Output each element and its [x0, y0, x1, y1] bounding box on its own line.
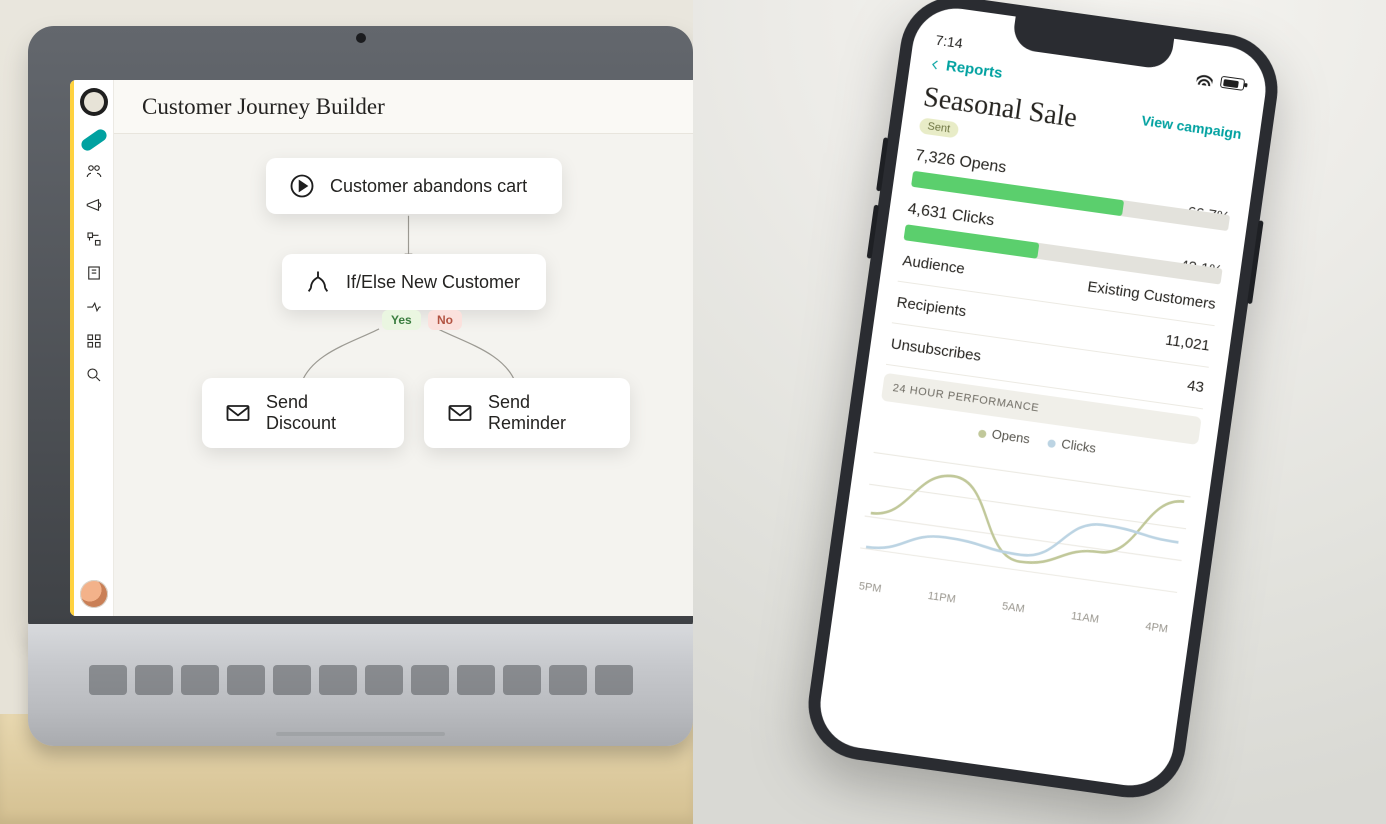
- condition-node[interactable]: If/Else New Customer: [282, 254, 546, 310]
- condition-node-label: If/Else New Customer: [346, 272, 520, 293]
- action-no-node[interactable]: Send Reminder: [424, 378, 630, 448]
- laptop-lid: Customer Journey Builder: [28, 26, 693, 626]
- legend-opens: Opens: [991, 426, 1031, 446]
- automations-icon[interactable]: [85, 230, 103, 248]
- phone-screen: 7:14 Reports Seasonal Sale Sent: [815, 3, 1271, 791]
- audience-value: Existing Customers: [1086, 278, 1216, 313]
- keyboard: [68, 650, 653, 710]
- integrations-icon[interactable]: [85, 298, 103, 316]
- apps-icon[interactable]: [85, 332, 103, 350]
- audience-icon[interactable]: [85, 162, 103, 180]
- user-avatar[interactable]: [80, 580, 108, 608]
- unsubscribes-label: Unsubscribes: [890, 335, 982, 364]
- opens-word: Opens: [958, 153, 1007, 176]
- mail-icon: [446, 399, 474, 427]
- phone-frame: 7:14 Reports Seasonal Sale Sent: [801, 0, 1284, 805]
- chevron-left-icon: [927, 56, 943, 72]
- legend-clicks: Clicks: [1060, 436, 1096, 456]
- page-title: Customer Journey Builder: [142, 94, 385, 120]
- laptop-device: Customer Journey Builder: [28, 26, 693, 746]
- titlebar: Customer Journey Builder: [114, 80, 703, 134]
- sidebar-rail: [74, 80, 114, 616]
- phone-scene: 7:14 Reports Seasonal Sale Sent: [693, 0, 1386, 824]
- status-pill: Sent: [919, 117, 959, 138]
- wifi-icon: [1196, 72, 1214, 86]
- sidebar-active-indicator[interactable]: [79, 127, 109, 153]
- action-no-label: Send Reminder: [488, 392, 608, 434]
- volume-down-button: [867, 205, 879, 259]
- webcam: [356, 33, 366, 43]
- phone-device: 7:14 Reports Seasonal Sale Sent: [801, 0, 1284, 805]
- journey-builder-app: Customer Journey Builder: [70, 80, 703, 616]
- start-node-label: Customer abandons cart: [330, 176, 527, 197]
- volume-up-button: [876, 137, 888, 191]
- action-yes-label: Send Discount: [266, 392, 382, 434]
- action-yes-node[interactable]: Send Discount: [202, 378, 404, 448]
- laptop-scene: Customer Journey Builder: [0, 0, 693, 824]
- recipients-value: 11,021: [1164, 332, 1211, 355]
- power-button: [1247, 220, 1264, 304]
- brand-logo-icon[interactable]: [80, 88, 108, 116]
- audience-label: Audience: [901, 252, 965, 278]
- trackpad: [276, 732, 445, 736]
- start-node[interactable]: Customer abandons cart: [266, 158, 562, 214]
- back-label: Reports: [945, 57, 1004, 82]
- branch-chip-yes: Yes: [382, 310, 421, 330]
- clicks-word: Clicks: [951, 207, 996, 230]
- laptop-deck: [28, 624, 693, 746]
- opens-value: 7,326: [914, 147, 956, 169]
- view-campaign-link[interactable]: View campaign: [1140, 112, 1242, 142]
- content-icon[interactable]: [85, 264, 103, 282]
- branch-chip-no: No: [428, 310, 462, 330]
- mail-icon: [224, 399, 252, 427]
- report-view: Reports Seasonal Sale Sent View campaign…: [835, 46, 1265, 648]
- legend-dot-clicks: [1047, 439, 1056, 448]
- branch-icon: [304, 268, 332, 296]
- status-time: 7:14: [935, 32, 964, 52]
- play-icon: [288, 172, 316, 200]
- campaigns-icon[interactable]: [85, 196, 103, 214]
- legend-dot-opens: [977, 429, 986, 438]
- main-panel: Customer Journey Builder: [114, 80, 703, 616]
- search-icon[interactable]: [85, 366, 103, 384]
- unsubscribes-value: 43: [1186, 377, 1205, 396]
- clicks-value: 4,631: [907, 200, 949, 222]
- journey-canvas[interactable]: Customer abandons cart If/Else New Custo…: [114, 134, 703, 616]
- recipients-label: Recipients: [896, 294, 968, 321]
- laptop-screen: Customer Journey Builder: [70, 80, 703, 616]
- battery-icon: [1220, 76, 1245, 91]
